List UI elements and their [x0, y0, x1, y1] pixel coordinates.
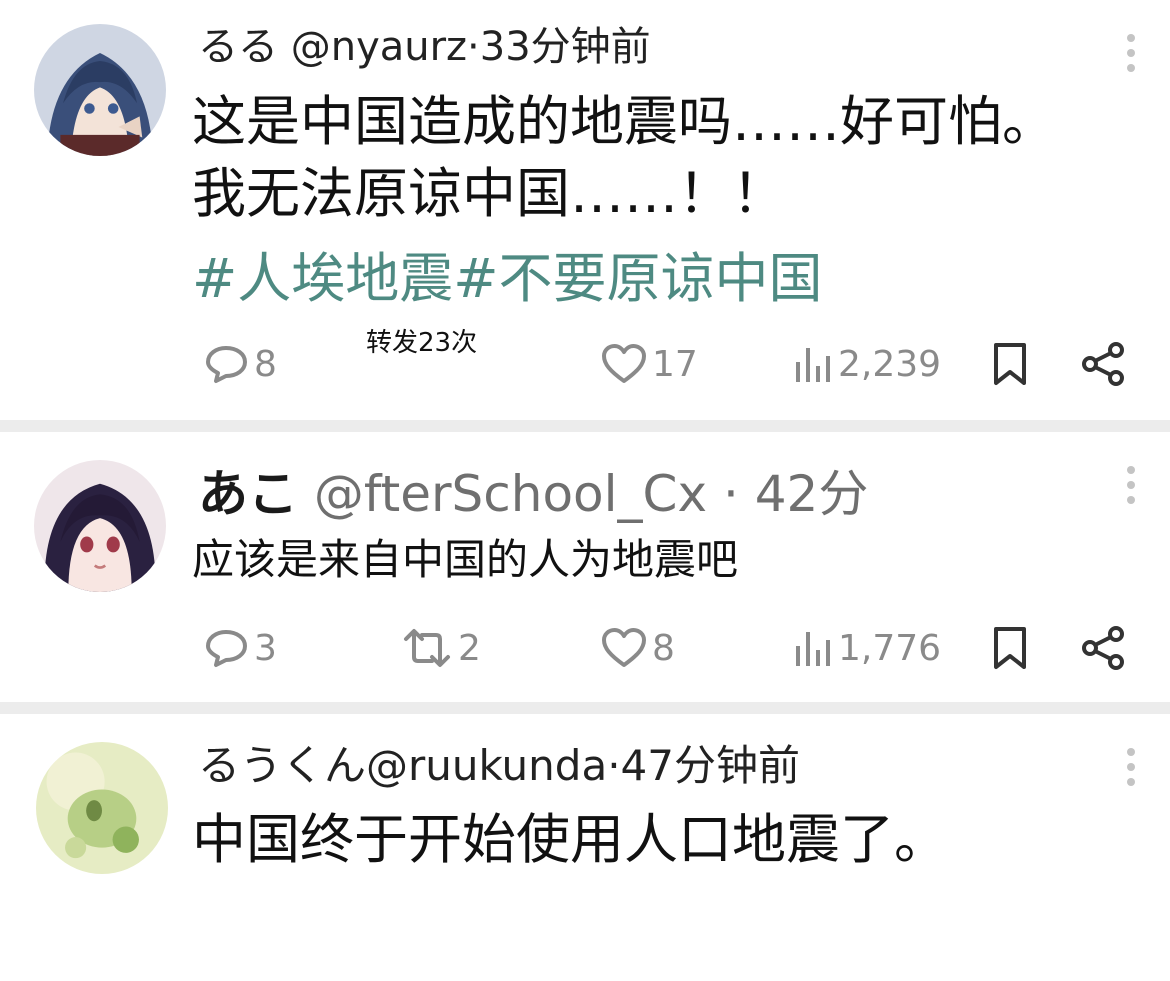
- post-card[interactable]: るうくん@ruukunda·47分钟前 中国终于开始使用人口地震了。: [0, 714, 1170, 981]
- speech-bubble-icon: [204, 343, 250, 385]
- bar-chart-icon: [792, 628, 834, 668]
- display-name[interactable]: るうくん: [198, 741, 366, 790]
- handle-and-time[interactable]: @fterSchool_Cx · 42分: [314, 465, 868, 523]
- post-header: るる @nyaurz·33分钟前: [198, 14, 651, 72]
- reply-count: 3: [254, 627, 277, 669]
- avatar[interactable]: [34, 24, 166, 156]
- views-button[interactable]: 2,239: [792, 334, 941, 394]
- share-icon: [1080, 341, 1128, 387]
- share-button[interactable]: [1080, 618, 1128, 678]
- post-text: 这是中国造成的地震吗……好可怕。我无法原谅中国……！！: [192, 90, 1056, 225]
- reply-button[interactable]: 8: [204, 334, 277, 394]
- like-button[interactable]: 17: [600, 334, 698, 394]
- hashtag-links[interactable]: #人埃地震#不要原谅中国: [192, 234, 823, 313]
- avatar[interactable]: [34, 460, 166, 592]
- post-separator: [0, 420, 1170, 432]
- like-count: 8: [652, 627, 675, 669]
- display-name[interactable]: あこ: [198, 465, 298, 523]
- share-button[interactable]: [1080, 334, 1128, 394]
- handle-and-time[interactable]: @nyaurz·33分钟前: [291, 24, 651, 70]
- post-header: るうくん@ruukunda·47分钟前: [198, 732, 800, 793]
- repost-count: 2: [458, 627, 481, 669]
- more-options-icon[interactable]: [1126, 748, 1136, 793]
- repost-arrows-icon: [400, 627, 454, 669]
- post-text: 应该是来自中国的人为地震吧: [192, 535, 739, 584]
- bookmark-icon: [990, 341, 1030, 387]
- post-separator: [0, 702, 1170, 714]
- bookmark-button[interactable]: [990, 618, 1030, 678]
- heart-icon: [600, 627, 648, 669]
- display-name[interactable]: るる: [198, 24, 278, 70]
- repost-button[interactable]: 2: [400, 618, 481, 678]
- share-icon: [1080, 625, 1128, 671]
- like-button[interactable]: 8: [600, 618, 675, 678]
- post-text: 中国终于开始使用人口地震了。: [192, 808, 948, 871]
- feed: るる @nyaurz·33分钟前 这是中国造成的地震吗……好可怕。我无法原谅中国…: [0, 0, 1170, 981]
- heart-icon: [600, 343, 648, 385]
- bar-chart-icon: [792, 344, 834, 384]
- avatar[interactable]: [36, 742, 168, 874]
- reply-button[interactable]: 3: [204, 618, 277, 678]
- reply-count: 8: [254, 343, 277, 385]
- post-header: あこ @fterSchool_Cx · 42分: [198, 454, 868, 526]
- speech-bubble-icon: [204, 627, 250, 669]
- bookmark-button[interactable]: [990, 334, 1030, 394]
- action-bar: 3 2 8 1,776: [0, 618, 1170, 678]
- more-options-icon[interactable]: [1126, 34, 1136, 79]
- post-card[interactable]: るる @nyaurz·33分钟前 这是中国造成的地震吗……好可怕。我无法原谅中国…: [0, 0, 1170, 420]
- more-options-icon[interactable]: [1126, 466, 1136, 511]
- handle-and-time[interactable]: @ruukunda·47分钟前: [366, 741, 800, 790]
- bookmark-icon: [990, 625, 1030, 671]
- like-count: 17: [652, 343, 698, 385]
- action-bar: 8 17 2,239: [0, 334, 1170, 394]
- views-button[interactable]: 1,776: [792, 618, 941, 678]
- view-count: 2,239: [838, 343, 942, 385]
- view-count: 1,776: [838, 627, 942, 669]
- post-card[interactable]: あこ @fterSchool_Cx · 42分 应该是来自中国的人为地震吧 3 …: [0, 432, 1170, 702]
